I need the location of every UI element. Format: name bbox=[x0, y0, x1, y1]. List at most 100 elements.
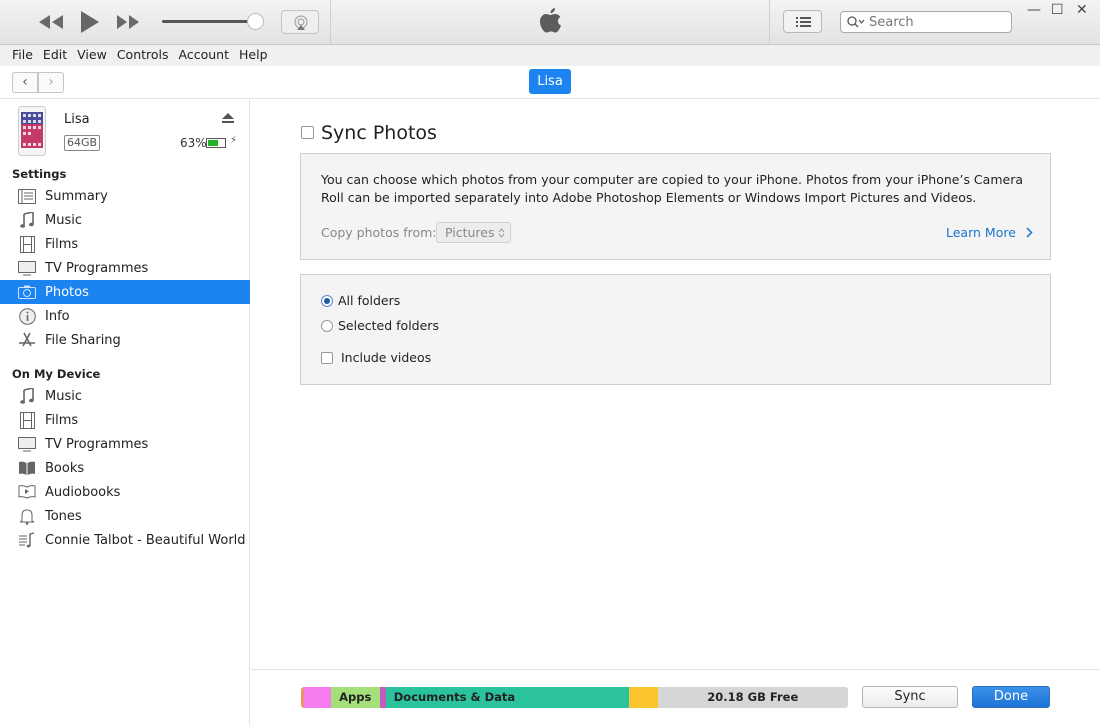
copy-photos-from-select[interactable]: Pictures bbox=[436, 222, 511, 243]
playlist-icon bbox=[17, 531, 37, 549]
updown-chevron-icon bbox=[498, 228, 505, 238]
sidebar-item-file-sharing[interactable]: File Sharing bbox=[0, 328, 250, 352]
photos-description: You can choose which photos from your co… bbox=[321, 172, 1023, 205]
learn-more-link[interactable]: Learn More bbox=[946, 225, 1033, 240]
title-bar: — ☐ ✕ bbox=[0, 0, 1100, 45]
sidebar-item-label: Connie Talbot - Beautiful World bbox=[45, 532, 246, 548]
storage-segment-documents-data: Documents & Data bbox=[385, 687, 630, 708]
all-folders-radio[interactable] bbox=[321, 295, 333, 307]
list-icon bbox=[796, 17, 811, 27]
device-tab[interactable]: Lisa bbox=[529, 69, 571, 94]
settings-heading: Settings bbox=[12, 167, 67, 181]
tv-icon bbox=[17, 259, 37, 277]
sync-photos-checkbox[interactable] bbox=[301, 126, 314, 139]
minimize-button[interactable]: — bbox=[1027, 2, 1041, 18]
sidebar-item-label: Summary bbox=[45, 188, 108, 204]
rewind-icon[interactable] bbox=[38, 14, 64, 30]
sidebar-item-label: Tones bbox=[45, 508, 82, 524]
music-note-icon bbox=[17, 211, 37, 229]
device-name: Lisa bbox=[64, 112, 90, 127]
volume-knob[interactable] bbox=[247, 13, 264, 30]
sidebar-item-label: Music bbox=[45, 212, 82, 228]
battery-percent: 63% bbox=[180, 136, 207, 150]
book-icon bbox=[17, 459, 37, 477]
menu-file[interactable]: File bbox=[7, 45, 38, 66]
sidebar-item-label: Photos bbox=[45, 284, 89, 300]
battery-icon bbox=[206, 138, 226, 148]
close-button[interactable]: ✕ bbox=[1076, 2, 1088, 18]
menu-controls[interactable]: Controls bbox=[112, 45, 174, 66]
sidebar-item-info[interactable]: Info bbox=[0, 304, 250, 328]
sidebar-item-label: TV Programmes bbox=[45, 260, 149, 276]
sidebar-item-label: Info bbox=[45, 308, 70, 324]
selected-folders-radio[interactable] bbox=[321, 320, 333, 332]
sidebar-item-summary[interactable]: Summary bbox=[0, 184, 250, 208]
app-store-icon bbox=[17, 331, 37, 349]
apple-logo-icon bbox=[540, 8, 561, 33]
sidebar-device-item-audiobooks[interactable]: Audiobooks bbox=[0, 480, 250, 504]
music-note-icon bbox=[17, 387, 37, 405]
done-button[interactable]: Done bbox=[972, 686, 1050, 708]
sidebar-device-item-tones[interactable]: Tones bbox=[0, 504, 250, 528]
storage-segment-20-18-gb-free: 20.18 GB Free bbox=[657, 687, 848, 708]
sidebar-item-music[interactable]: Music bbox=[0, 208, 250, 232]
menu-help[interactable]: Help bbox=[234, 45, 273, 66]
sidebar-device-item-music[interactable]: Music bbox=[0, 384, 250, 408]
sync-button[interactable]: Sync bbox=[862, 686, 958, 708]
include-videos-label: Include videos bbox=[341, 350, 432, 365]
summary-icon bbox=[17, 187, 37, 205]
sidebar-item-label: Films bbox=[45, 412, 79, 428]
sidebar-item-films[interactable]: Films bbox=[0, 232, 250, 256]
audiobook-icon bbox=[17, 483, 37, 501]
search-input[interactable] bbox=[869, 14, 999, 30]
search-field[interactable] bbox=[840, 11, 1012, 33]
copy-photos-from-label: Copy photos from: bbox=[321, 225, 437, 240]
up-next-list-button[interactable] bbox=[783, 10, 822, 33]
menu-account[interactable]: Account bbox=[174, 45, 234, 66]
storage-segment-apps: Apps bbox=[331, 687, 381, 708]
folder-options-panel: All folders Selected folders Include vid… bbox=[300, 274, 1051, 385]
volume-slider[interactable] bbox=[162, 20, 258, 23]
bell-icon bbox=[17, 507, 37, 525]
tv-icon bbox=[17, 435, 37, 453]
include-videos-checkbox[interactable] bbox=[321, 352, 333, 364]
airplay-button[interactable] bbox=[281, 10, 319, 34]
back-button[interactable]: ‹ bbox=[12, 72, 38, 93]
storage-segment bbox=[303, 687, 332, 708]
sync-photos-title: Sync Photos bbox=[321, 122, 437, 144]
sidebar-item-label: Films bbox=[45, 236, 79, 252]
menu-view[interactable]: View bbox=[72, 45, 112, 66]
storage-bar: Apps Documents & Data 20.18 GB Free bbox=[301, 687, 848, 708]
eject-icon[interactable] bbox=[222, 113, 234, 124]
sidebar-item-tv-programmes[interactable]: TV Programmes bbox=[0, 256, 250, 280]
maximize-button[interactable]: ☐ bbox=[1051, 2, 1064, 18]
play-icon[interactable] bbox=[80, 10, 100, 34]
copy-photos-from-value: Pictures bbox=[445, 225, 495, 240]
camera-icon bbox=[17, 283, 37, 301]
film-icon bbox=[17, 411, 37, 429]
storage-segment bbox=[629, 687, 658, 708]
sidebar-device-item-tv-programmes[interactable]: TV Programmes bbox=[0, 432, 250, 456]
forward-button[interactable]: › bbox=[38, 72, 64, 93]
sidebar: Lisa 64GB 63% ⚡ Settings Summary Music Fil… bbox=[0, 100, 250, 725]
device-capacity: 64GB bbox=[64, 135, 101, 151]
photos-info-panel: You can choose which photos from your co… bbox=[300, 153, 1051, 260]
all-folders-label: All folders bbox=[338, 293, 401, 308]
sidebar-device-item-films[interactable]: Films bbox=[0, 408, 250, 432]
fast-forward-icon[interactable] bbox=[116, 14, 140, 30]
sidebar-item-photos[interactable]: Photos bbox=[0, 280, 250, 304]
sidebar-item-label: TV Programmes bbox=[45, 436, 149, 452]
sidebar-device-item-books[interactable]: Books bbox=[0, 456, 250, 480]
on-my-device-heading: On My Device bbox=[12, 367, 101, 381]
battery-fill bbox=[208, 140, 219, 146]
film-icon bbox=[17, 235, 37, 253]
iphone-icon bbox=[18, 106, 46, 156]
info-icon bbox=[17, 307, 37, 325]
player-controls bbox=[0, 0, 331, 44]
sidebar-item-label: Books bbox=[45, 460, 85, 476]
sidebar-device-item-connie-talbot-beautiful-world[interactable]: Connie Talbot - Beautiful World bbox=[0, 528, 250, 552]
menu-edit[interactable]: Edit bbox=[38, 45, 72, 66]
chevron-right-icon bbox=[1026, 227, 1033, 238]
sidebar-item-label: File Sharing bbox=[45, 332, 121, 348]
sidebar-item-label: Music bbox=[45, 388, 82, 404]
